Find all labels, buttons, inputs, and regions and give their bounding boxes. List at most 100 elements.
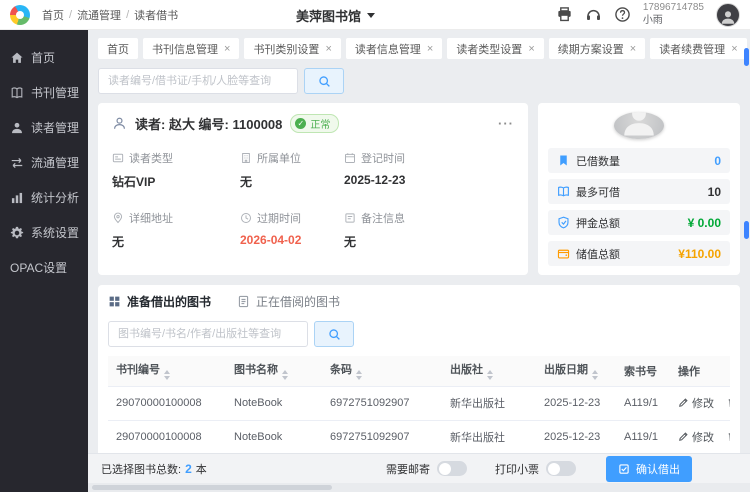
- cell-publisher: 新华出版社: [442, 386, 536, 420]
- breadcrumb-home[interactable]: 首页: [42, 7, 64, 23]
- field-value: 无: [240, 173, 344, 190]
- col-book-id[interactable]: 书刊编号: [108, 356, 226, 386]
- delete-book-link[interactable]: 删除: [727, 429, 730, 445]
- horizontal-scrollbar-thumb[interactable]: [92, 485, 332, 490]
- reader-search-input[interactable]: [98, 68, 298, 94]
- book-tab-label: 正在借阅的图书: [256, 293, 340, 310]
- printer-icon[interactable]: [556, 6, 573, 23]
- user-avatar[interactable]: [716, 3, 740, 27]
- status-label: 正常: [310, 116, 330, 131]
- mail-toggle[interactable]: [437, 461, 467, 476]
- close-icon[interactable]: ×: [528, 43, 534, 55]
- sidebar-item-statistics[interactable]: 统计分析: [0, 180, 88, 215]
- sidebar-item-circulation[interactable]: 流通管理: [0, 145, 88, 180]
- building-icon: [240, 152, 252, 164]
- cell-pub-date: 2025-12-23: [536, 420, 616, 454]
- print-toggle[interactable]: [546, 461, 576, 476]
- cell-barcode: 6972751092907: [322, 386, 442, 420]
- sort-icon[interactable]: [356, 370, 362, 380]
- book-search-input[interactable]: [108, 321, 308, 347]
- close-icon[interactable]: ×: [630, 43, 636, 55]
- tab-reader-info[interactable]: 读者信息管理 ×: [346, 38, 442, 59]
- col-barcode[interactable]: 条码: [322, 356, 442, 386]
- tab-reader-renewal[interactable]: 读者续费管理 ×: [650, 38, 746, 59]
- stat-label: 已借数量: [576, 153, 620, 169]
- book-search-row: [108, 321, 730, 347]
- help-icon[interactable]: [614, 6, 631, 23]
- pencil-icon: [678, 397, 689, 408]
- tab-books-to-borrow[interactable]: 准备借出的图书: [108, 293, 211, 312]
- sidebar-item-books[interactable]: 书刊管理: [0, 75, 88, 110]
- reader-card-header: 读者: 赵大 编号: 1100008 ✓ 正常 ···: [112, 114, 514, 133]
- sort-icon[interactable]: [592, 370, 598, 380]
- close-icon[interactable]: ×: [731, 43, 737, 55]
- tab-book-category[interactable]: 书刊类别设置 ×: [244, 38, 340, 59]
- col-actions: 操作: [670, 356, 730, 386]
- tab-label: 续期方案设置: [558, 41, 624, 57]
- exchange-arrows-icon: [10, 156, 24, 170]
- selected-count: 2: [185, 462, 192, 476]
- reader-search-row: [98, 68, 740, 94]
- book-search-button[interactable]: [314, 321, 354, 347]
- col-pub-date[interactable]: 出版日期: [536, 356, 616, 386]
- book-tab-label: 准备借出的图书: [127, 293, 211, 310]
- sidebar-item-label: OPAC设置: [10, 259, 67, 276]
- close-icon[interactable]: ×: [427, 43, 433, 55]
- stat-value: 10: [708, 185, 721, 199]
- support-headset-icon[interactable]: [585, 6, 602, 23]
- tab-label: 书刊类别设置: [253, 41, 319, 57]
- field-register-date: 登记时间 2025-12-23: [344, 150, 514, 190]
- status-badge: ✓ 正常: [290, 114, 339, 133]
- table-row[interactable]: 29070000100008 NoteBook 6972751092907 新华…: [108, 420, 730, 454]
- col-call-number[interactable]: 索书号: [616, 356, 670, 386]
- col-publisher[interactable]: 出版社: [442, 356, 536, 386]
- table-header-row: 书刊编号 图书名称 条码 出版社 出版日期 索书号 操作: [108, 356, 730, 386]
- tab-reader-type[interactable]: 读者类型设置 ×: [447, 38, 543, 59]
- field-expire-date: 过期时间 2026-04-02: [240, 210, 344, 250]
- sidebar-item-opac[interactable]: OPAC设置: [0, 250, 88, 285]
- field-address: 详细地址 无: [112, 210, 240, 250]
- sidebar-item-readers[interactable]: 读者管理: [0, 110, 88, 145]
- sort-icon[interactable]: [487, 370, 493, 380]
- delete-book-link[interactable]: 删除: [727, 395, 730, 411]
- confirm-borrow-button[interactable]: 确认借出: [606, 456, 692, 482]
- cell-call-number: A119/1: [616, 420, 670, 454]
- trash-icon: [727, 397, 730, 408]
- cell-pub-date: 2025-12-23: [536, 386, 616, 420]
- stat-borrowed-count: 已借数量 0: [548, 148, 730, 173]
- close-icon[interactable]: ×: [224, 43, 230, 55]
- close-icon[interactable]: ×: [325, 43, 331, 55]
- sort-icon[interactable]: [282, 370, 288, 380]
- sidebar-item-label: 系统设置: [31, 224, 79, 241]
- tab-books-borrowing[interactable]: 正在借阅的图书: [237, 293, 340, 312]
- tab-renewal-plan[interactable]: 续期方案设置 ×: [549, 38, 645, 59]
- vertical-scrollbar-thumb[interactable]: [744, 48, 749, 66]
- field-reader-type: 读者类型 钻石VIP: [112, 150, 240, 190]
- horizontal-scrollbar[interactable]: [88, 483, 750, 492]
- stat-max-borrow: 最多可借 10: [548, 179, 730, 204]
- col-book-name[interactable]: 图书名称: [226, 356, 322, 386]
- sidebar-item-home[interactable]: 首页: [0, 40, 88, 75]
- stat-list: 已借数量 0 最多可借 10 押金总额: [548, 148, 730, 266]
- more-options-button[interactable]: ···: [498, 116, 514, 131]
- table-row[interactable]: 29070000100008 NoteBook 6972751092907 新华…: [108, 386, 730, 420]
- breadcrumb-circulation[interactable]: 流通管理: [77, 7, 121, 23]
- sort-icon[interactable]: [164, 370, 170, 380]
- header-actions: 17896714785 小雨: [556, 2, 740, 27]
- mail-label: 需要邮寄: [386, 461, 430, 477]
- field-value: 2025-12-23: [344, 173, 514, 187]
- edit-book-link[interactable]: 修改: [678, 429, 714, 445]
- library-name-dropdown[interactable]: 美萍图书馆: [296, 0, 375, 30]
- reader-search-button[interactable]: [304, 68, 344, 94]
- field-value: 钻石VIP: [112, 173, 240, 190]
- tab-label: 读者类型设置: [456, 41, 522, 57]
- vertical-scrollbar-thumb[interactable]: [744, 221, 749, 239]
- top-header: 首页 / 流通管理 / 读者借书 美萍图书馆: [0, 0, 750, 30]
- open-book-icon: [557, 185, 570, 198]
- tab-book-info[interactable]: 书刊信息管理 ×: [143, 38, 239, 59]
- edit-book-link[interactable]: 修改: [678, 395, 714, 411]
- breadcrumb: 首页 / 流通管理 / 读者借书: [42, 7, 178, 23]
- gear-icon: [10, 226, 24, 240]
- sidebar-item-settings[interactable]: 系统设置: [0, 215, 88, 250]
- tab-home[interactable]: 首页: [98, 38, 138, 59]
